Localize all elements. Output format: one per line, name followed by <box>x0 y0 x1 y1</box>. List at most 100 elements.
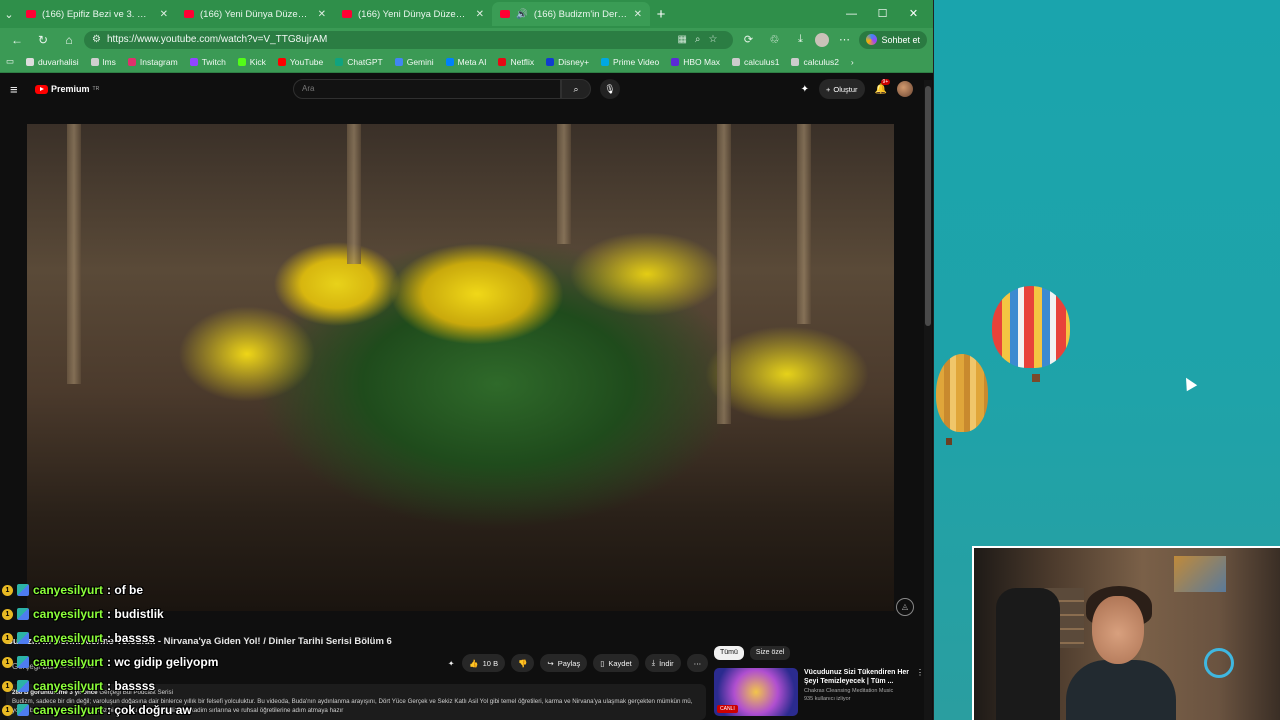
account-avatar[interactable] <box>897 81 913 97</box>
mouse-cursor-icon <box>1180 374 1198 392</box>
scrollbar-thumb[interactable] <box>925 86 931 326</box>
hamburger-menu-icon[interactable]: ≡ <box>10 82 26 97</box>
mod-badge-icon <box>17 584 29 596</box>
bookmark-favicon-icon <box>335 57 344 66</box>
minimize-icon[interactable]: — <box>836 0 867 28</box>
chat-username: canyesilyurt <box>33 631 104 645</box>
background-stem <box>557 124 571 244</box>
sub-badge-icon: 1 <box>2 704 13 716</box>
bookmark-favicon-icon <box>189 57 198 66</box>
save-button[interactable]: ▯ Kaydet <box>593 654 639 672</box>
bookmark-item[interactable]: calculus2 <box>791 57 839 67</box>
share-button[interactable]: ↪ Paylaş <box>540 654 588 672</box>
browser-tab[interactable]: (166) Yeni Dünya Düzeni Nasıl Kur ✕ <box>176 2 334 26</box>
recommended-title[interactable]: Vücudunuz Sizi Tükendiren Her Şeyi Temiz… <box>804 668 910 686</box>
search-icon[interactable]: ⌕ <box>561 79 591 99</box>
extension-icon[interactable]: ✦ <box>446 654 456 672</box>
back-icon[interactable]: ← <box>6 33 28 47</box>
bookmark-item[interactable]: calculus1 <box>732 57 779 67</box>
close-tab-icon[interactable]: ✕ <box>160 9 168 20</box>
mod-badge-icon <box>17 704 29 716</box>
recommended-thumbnail[interactable]: CANLI <box>714 668 798 716</box>
bookmark-item[interactable]: lms <box>90 57 116 67</box>
browser-tab[interactable]: (166) Yeni Dünya Düzeni Nasıl Kur ✕ <box>334 2 492 26</box>
sub-badge-icon: 1 <box>2 608 13 620</box>
video-player[interactable] <box>27 124 894 611</box>
collections-icon[interactable]: ♲ <box>763 33 785 46</box>
bookmark-item[interactable]: Twitch <box>189 57 226 67</box>
bookmark-item[interactable]: Prime Video <box>601 57 659 67</box>
bookmark-label: HBO Max <box>683 56 721 67</box>
page-scrollbar[interactable] <box>924 80 932 720</box>
notifications-icon[interactable]: 🔔 9+ <box>875 78 891 95</box>
microphone-icon[interactable]: 🎙 <box>600 79 620 99</box>
bookmark-item[interactable]: Meta AI <box>445 57 486 67</box>
chevron-right-icon[interactable]: › <box>851 57 854 67</box>
chat-text: : of be <box>107 583 144 597</box>
bookmark-item[interactable]: Disney+ <box>546 57 589 67</box>
browser-tab[interactable]: (166) Epifiz Bezi ve 3. Göz Beynin ✕ <box>18 2 176 26</box>
site-info-icon[interactable]: ⚙ <box>92 34 101 45</box>
youtube-favicon-icon <box>26 10 36 18</box>
watermark-icon: ◬ <box>896 598 914 616</box>
bookmark-favicon-icon <box>90 57 99 66</box>
bookmark-favicon-icon <box>277 57 286 66</box>
download-button[interactable]: ⤓ İndir <box>644 654 681 672</box>
chat-assistant-label: Sohbet et <box>881 34 920 45</box>
more-actions-button[interactable]: ⋯ <box>686 654 709 672</box>
recommended-video[interactable]: CANLI Vücudunuz Sizi Tükendiren Her Şeyi… <box>714 668 924 716</box>
kebab-menu-icon[interactable]: ⋮ <box>916 668 924 716</box>
browser-tab[interactable]: 🔊 (166) Budizm'in Derinliklerine ✕ <box>492 2 650 26</box>
bookmark-list: duvarhalisi lms Instagram Twitch Kick YouTube… <box>26 57 839 67</box>
create-button[interactable]: + Oluştur <box>818 79 865 99</box>
bookmark-item[interactable]: Gemini <box>394 57 434 67</box>
chat-assistant-button[interactable]: Sohbet et <box>859 30 927 49</box>
chat-text: : bassss <box>107 679 156 693</box>
dislike-button[interactable]: 👎 <box>511 654 535 672</box>
speaker-icon[interactable]: 🔊 <box>516 9 528 20</box>
wall-poster <box>1174 556 1226 592</box>
browser-window: ⌄ (166) Epifiz Bezi ve 3. Göz Beynin✕(16… <box>0 0 934 720</box>
close-tab-icon[interactable]: ✕ <box>476 9 484 20</box>
bookmark-item[interactable]: Instagram <box>127 57 178 67</box>
chat-text: : wc gidip geliyopm <box>107 655 219 669</box>
refresh-extension-icon[interactable]: ⟳ <box>737 33 759 46</box>
close-icon[interactable]: ✕ <box>898 0 929 28</box>
bookmark-item[interactable]: HBO Max <box>671 57 720 67</box>
bookmark-item[interactable]: Netflix <box>498 57 534 67</box>
new-tab-button[interactable]: + <box>650 6 672 23</box>
bookmark-label: calculus1 <box>744 56 780 67</box>
thumbs-up-icon: 👍 <box>469 658 479 668</box>
close-tab-icon[interactable]: ✕ <box>634 9 642 20</box>
maximize-icon[interactable]: ☐ <box>867 0 898 28</box>
downloads-icon[interactable]: ⤓ <box>789 33 811 46</box>
bookmark-item[interactable]: ChatGPT <box>335 57 383 67</box>
sub-badge-icon: 1 <box>2 632 13 644</box>
filter-chip[interactable]: Tümü <box>714 646 744 660</box>
bookmark-label: duvarhalisi <box>38 56 79 67</box>
bookmark-item[interactable]: duvarhalisi <box>26 57 79 67</box>
bookmark-favicon-icon <box>671 57 680 66</box>
reload-icon[interactable]: ↻ <box>32 33 54 47</box>
close-tab-icon[interactable]: ✕ <box>318 9 326 20</box>
youtube-favicon-icon <box>500 10 510 18</box>
more-menu-icon[interactable]: ⋯ <box>833 33 855 46</box>
recommended-channel[interactable]: Chakras Cleansing Meditation Music <box>804 688 910 694</box>
youtube-logo[interactable]: Premium TR <box>35 84 99 94</box>
search-input[interactable]: Ara <box>293 79 561 99</box>
background-stem <box>797 124 811 324</box>
profile-avatar[interactable] <box>815 32 830 47</box>
url-field[interactable]: ⚙ https://www.youtube.com/watch?v=V_TTG8… <box>84 30 734 49</box>
bookmark-item[interactable]: Kick <box>237 57 266 67</box>
streamer-face <box>1092 596 1144 664</box>
like-button[interactable]: 👍 10 B <box>462 654 506 672</box>
filter-chip[interactable]: Size özel <box>749 646 791 660</box>
tab-label: (166) Epifiz Bezi ve 3. Göz Beynin <box>42 8 154 20</box>
bookmark-label: Disney+ <box>558 56 590 67</box>
apps-icon[interactable]: ▭ <box>6 56 14 67</box>
bookmark-item[interactable]: YouTube <box>277 57 323 67</box>
extension-icon[interactable]: ✦ <box>801 84 809 95</box>
home-icon[interactable]: ⌂ <box>58 33 80 47</box>
omnibox-icons: ▦⌕☆ <box>677 34 726 45</box>
tab-list-icon[interactable]: ⌄ <box>0 8 18 21</box>
